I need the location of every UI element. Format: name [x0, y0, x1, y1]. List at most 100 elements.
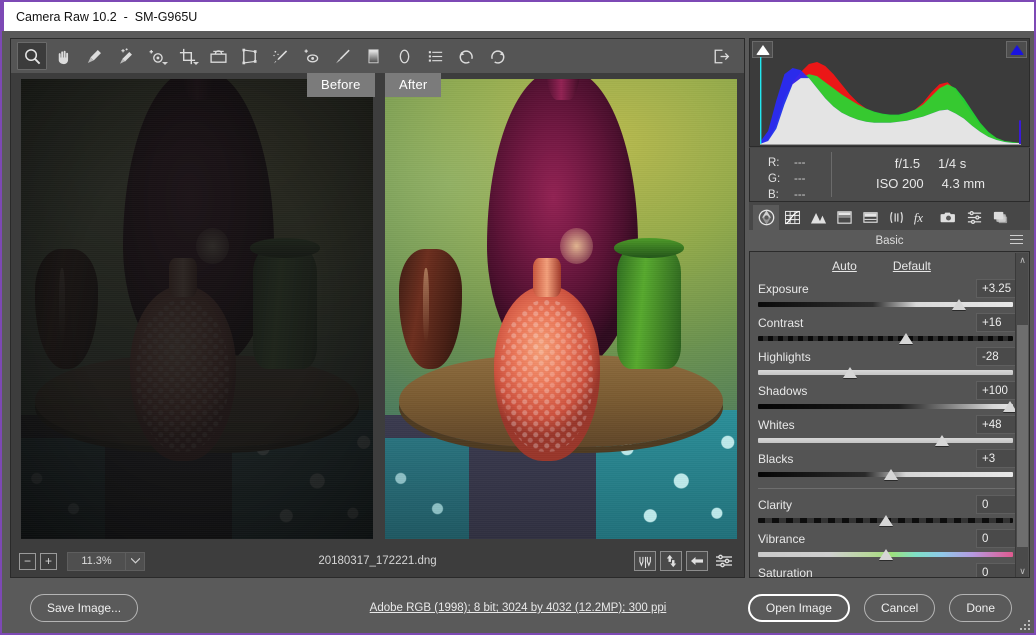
tab-effects[interactable]: fx — [909, 205, 935, 230]
graduated-filter-tool[interactable] — [358, 42, 388, 70]
slider-knob[interactable] — [878, 515, 893, 526]
slider-knob[interactable] — [842, 367, 857, 378]
rgb-row: R: --- — [768, 155, 831, 171]
slider-track[interactable] — [758, 299, 1013, 310]
tab-split-toning[interactable] — [857, 205, 883, 230]
slider-label: Shadows — [758, 383, 808, 398]
scroll-down-arrow-icon[interactable]: ∨ — [1016, 564, 1029, 577]
adjustment-brush-tool[interactable] — [327, 42, 357, 70]
slider-track[interactable] — [758, 469, 1013, 480]
tab-tone-curve[interactable] — [779, 205, 805, 230]
tone-curve-grid-icon — [784, 210, 800, 224]
default-link[interactable]: Default — [893, 259, 931, 273]
tab-calibration[interactable] — [935, 205, 961, 230]
slider-clarity[interactable]: Clarity 0 — [750, 495, 1029, 526]
shadow-clipping-toggle[interactable] — [752, 41, 773, 58]
fx-icon: fx — [914, 211, 923, 225]
cancel-button[interactable]: Cancel — [863, 594, 936, 622]
after-preview-image[interactable] — [385, 79, 737, 539]
footer-action-buttons: Open Image Cancel Done — [747, 594, 1012, 622]
before-after-view-button[interactable] — [634, 551, 656, 571]
slider-track[interactable] — [758, 333, 1013, 344]
slider-track[interactable] — [758, 401, 1018, 412]
targeted-adjustment-tool[interactable] — [141, 42, 171, 70]
camera-raw-window: Camera Raw 10.2 - SM-G965U Before After … — [0, 0, 1036, 635]
panel-scrollbar[interactable]: ∧ ∨ — [1015, 253, 1029, 577]
white-balance-tool[interactable] — [79, 42, 109, 70]
slider-saturation[interactable]: Saturation 0 — [750, 563, 1029, 578]
flyout-menu-button[interactable] — [706, 42, 736, 70]
open-image-button[interactable]: Open Image — [747, 594, 850, 622]
image-preview-area[interactable]: Before After — [11, 73, 744, 545]
slider-label: Clarity — [758, 497, 793, 512]
rotate-ccw-tool[interactable] — [451, 42, 481, 70]
slider-label: Highlights — [758, 349, 811, 364]
rgb-key: G: — [768, 173, 781, 185]
scroll-up-arrow-icon[interactable]: ∧ — [1016, 253, 1029, 267]
slider-highlights[interactable]: Highlights -28 — [750, 347, 1029, 378]
slider-knob[interactable] — [934, 435, 949, 446]
tab-basic[interactable] — [753, 204, 779, 230]
slider-label: Exposure — [758, 281, 809, 296]
auto-default-row: Auto Default — [750, 252, 1029, 273]
slider-track[interactable] — [758, 435, 1013, 446]
straighten-tool[interactable] — [203, 42, 233, 70]
slider-knob[interactable] — [883, 469, 898, 480]
red-eye-removal-tool[interactable] — [296, 42, 326, 70]
image-info-bar: R: --- G: --- B: --- f/1.5 1/4 s ISO 200… — [749, 148, 1030, 202]
copy-settings-button[interactable] — [686, 551, 708, 571]
color-sampler-tool[interactable] — [110, 42, 140, 70]
slider-track[interactable] — [758, 367, 1013, 378]
tab-presets[interactable] — [961, 205, 987, 230]
done-button[interactable]: Done — [949, 594, 1012, 622]
slider-knob[interactable] — [898, 333, 913, 344]
crop-tool[interactable] — [172, 42, 202, 70]
after-label: After — [385, 73, 442, 97]
slider-contrast[interactable]: Contrast +16 — [750, 313, 1029, 344]
dialog-footer: Save Image... Adobe RGB (1998); 8 bit; 3… — [2, 583, 1034, 633]
tab-hsl-grayscale[interactable] — [831, 205, 857, 230]
swap-before-after-button[interactable] — [660, 551, 682, 571]
photo-green-vase — [613, 238, 685, 369]
auto-link[interactable]: Auto — [832, 259, 857, 273]
slider-whites[interactable]: Whites +48 — [750, 415, 1029, 446]
transform-tool[interactable] — [234, 42, 264, 70]
preview-preferences-button[interactable] — [712, 551, 736, 571]
tab-lens-corrections[interactable] — [883, 205, 909, 230]
slider-label: Vibrance — [758, 531, 806, 546]
rotate-cw-tool[interactable] — [482, 42, 512, 70]
slider-track[interactable] — [758, 549, 1013, 560]
slider-label: Whites — [758, 417, 795, 432]
highlight-clipping-toggle[interactable] — [1006, 41, 1027, 58]
slider-track[interactable] — [758, 515, 1013, 526]
before-preview-image[interactable] — [21, 79, 373, 539]
photo-green-vase — [249, 238, 321, 369]
save-image-button[interactable]: Save Image... — [30, 594, 139, 622]
zoom-level-dropdown[interactable] — [125, 551, 145, 571]
slider-knob[interactable] — [952, 299, 967, 310]
slider-blacks[interactable]: Blacks +3 — [750, 449, 1029, 480]
slider-vibrance[interactable]: Vibrance 0 — [750, 529, 1029, 560]
slider-label: Saturation — [758, 565, 813, 578]
zoom-tool[interactable] — [17, 42, 47, 70]
resize-grip-icon[interactable] — [1020, 620, 1030, 630]
zoom-out-button[interactable]: − — [19, 552, 36, 570]
title-bar: Camera Raw 10.2 - SM-G965U — [2, 0, 1034, 31]
slider-shadows[interactable]: Shadows +100 — [750, 381, 1029, 412]
scrollbar-thumb[interactable] — [1017, 325, 1028, 547]
spot-removal-tool[interactable] — [265, 42, 295, 70]
zoom-level-value[interactable]: 11.3% — [67, 551, 125, 571]
histogram-panel[interactable] — [749, 38, 1030, 147]
hand-tool[interactable] — [48, 42, 78, 70]
slider-label: Blacks — [758, 451, 794, 466]
slider-knob[interactable] — [878, 549, 893, 560]
rgb-row: B: --- — [768, 187, 831, 203]
radial-filter-tool[interactable] — [389, 42, 419, 70]
after-photo-content — [385, 79, 737, 539]
tab-detail[interactable] — [805, 205, 831, 230]
panel-menu-icon[interactable] — [1010, 235, 1023, 246]
preferences-tool[interactable] — [420, 42, 450, 70]
zoom-in-button[interactable]: + — [40, 552, 57, 570]
slider-exposure[interactable]: Exposure +3.25 — [750, 279, 1029, 310]
tab-snapshots[interactable] — [987, 205, 1013, 230]
